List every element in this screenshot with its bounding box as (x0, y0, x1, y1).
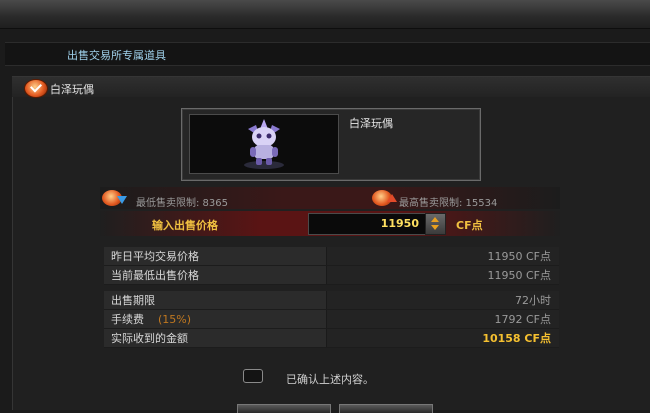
arrow-down-icon (117, 196, 127, 204)
sale-period-value: 72小时 (326, 291, 559, 310)
yesterday-avg-label: 昨日平均交易价格 (104, 247, 327, 266)
fee-label-cell: 手续费 (15%) (104, 309, 327, 329)
sale-period-label: 出售期限 (104, 291, 327, 310)
fee-percent: (15%) (158, 313, 192, 326)
item-thumbnail (189, 114, 339, 174)
table-row: 当前最低出售价格 11950 CF点 (104, 265, 559, 285)
baize-doll-icon (244, 119, 284, 169)
section-header: 出售交易所专属道具 (5, 42, 650, 66)
table-row: 手续费 (15%) 1792 CF点 (104, 309, 559, 329)
fee-label: 手续费 (111, 313, 144, 326)
stepper-down-icon[interactable] (431, 225, 439, 230)
table-row: 实际收到的金额 10158 CF点 (104, 328, 559, 348)
price-unit: CF点 (456, 219, 483, 232)
checkmark-badge-icon (24, 79, 48, 98)
min-price-limit: 最低售卖限制: 8365 (136, 198, 228, 209)
section-title: 出售交易所专属道具 (67, 49, 166, 62)
current-lowest-value: 11950 CF点 (326, 265, 559, 285)
max-price-limit: 最高售卖限制: 15534 (399, 198, 498, 209)
sale-info-table: 出售期限 72小时 手续费 (15%) 1792 CF点 实际收到的金额 1015… (104, 291, 559, 348)
confirm-checkbox[interactable] (243, 369, 263, 383)
stepper-up-icon[interactable] (431, 217, 439, 222)
yesterday-avg-value: 11950 CF点 (326, 247, 559, 266)
table-row: 昨日平均交易价格 11950 CF点 (104, 247, 559, 266)
price-stepper[interactable] (425, 213, 446, 235)
window-title-bar (0, 0, 650, 29)
current-lowest-label: 当前最低出售价格 (104, 265, 327, 285)
item-header-bar (12, 77, 650, 97)
arrow-up-icon (387, 194, 397, 202)
price-input-label: 输入出售价格 (152, 219, 218, 232)
item-name: 白泽玩偶 (349, 117, 393, 130)
confirm-label[interactable]: 已确认上述内容。 (286, 371, 374, 387)
market-info-table: 昨日平均交易价格 11950 CF点 当前最低出售价格 11950 CF点 (104, 247, 559, 285)
total-received-value: 10158 CF点 (326, 328, 559, 348)
fee-value: 1792 CF点 (326, 309, 559, 329)
table-row: 出售期限 72小时 (104, 291, 559, 310)
item-header-name: 白泽玩偶 (50, 83, 94, 96)
total-received-label: 实际收到的金额 (104, 328, 327, 348)
price-input-value[interactable]: 11950 (310, 217, 419, 230)
